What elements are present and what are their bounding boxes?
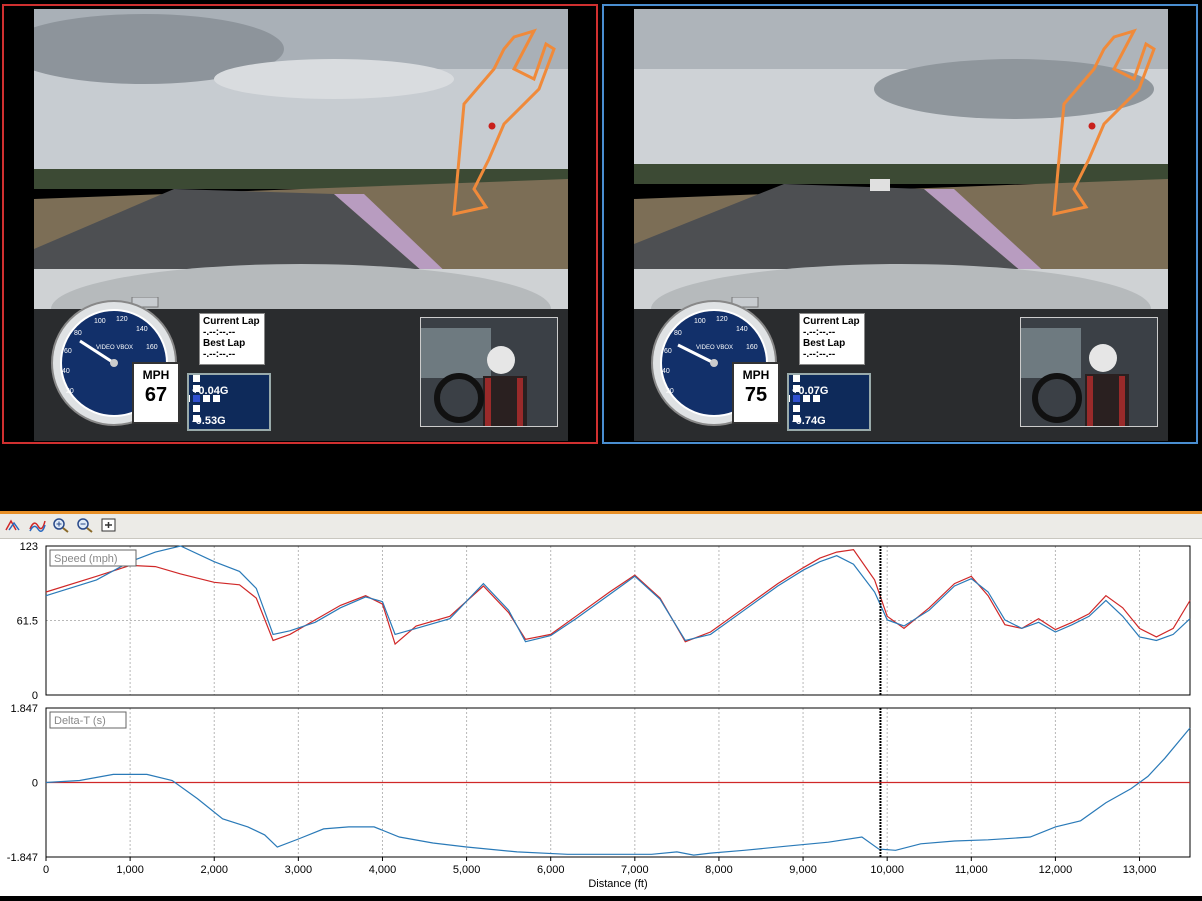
right-driver-camera: [1020, 317, 1158, 427]
right-gauge-tick-100: 100: [694, 318, 706, 325]
left-gauge-tick-20: 20: [66, 388, 74, 395]
fit-icon[interactable]: [100, 517, 118, 533]
plot-title: Speed (mph): [54, 553, 118, 565]
left-speed-gauge-panel: 20 40 60 80 100 120 140 160 VIDEO VBOX M…: [44, 297, 271, 431]
left-gauge-brand: VIDEO VBOX: [96, 345, 133, 351]
y-tick-label: 1.847: [10, 703, 38, 715]
x-tick-label: 6,000: [537, 864, 565, 876]
x-tick-label: 12,000: [1039, 864, 1073, 876]
right-video-frame[interactable]: 20 40 60 80 100 120 140 160 VIDEO VBOX M…: [634, 9, 1168, 441]
y-tick-label: -1.847: [7, 852, 38, 864]
left-gauge-tick-100: 100: [94, 318, 106, 325]
x-tick-label: 0: [43, 864, 49, 876]
x-axis-label: Distance (ft): [588, 878, 647, 890]
zoom-in-icon[interactable]: [52, 517, 70, 533]
right-gauge-tick-60: 60: [664, 348, 672, 355]
right-speed-gauge-panel: 20 40 60 80 100 120 140 160 VIDEO VBOX M…: [644, 297, 871, 431]
x-tick-label: 11,000: [955, 864, 988, 876]
left-gauge-tick-80: 80: [74, 330, 82, 337]
left-best-lap-value: -.--:--.--: [203, 349, 236, 360]
right-mph-box: MPH 75: [732, 362, 780, 424]
plot-title: Delta-T (s): [54, 715, 106, 727]
x-tick-label: 8,000: [705, 864, 733, 876]
left-video-frame[interactable]: 20 40 60 80 100 120 140 160 VIDEO VBOX M…: [34, 9, 568, 441]
x-tick-label: 5,000: [453, 864, 481, 876]
y-tick-label: 123: [20, 541, 38, 553]
x-tick-label: 13,000: [1123, 864, 1157, 876]
right-video-pane[interactable]: 20 40 60 80 100 120 140 160 VIDEO VBOX M…: [602, 4, 1198, 444]
graph-b-icon[interactable]: [28, 517, 46, 533]
right-g-force-box: +0.07G -0.74G: [787, 373, 871, 431]
right-current-lap-label: Current Lap: [803, 316, 860, 327]
right-gauge-tick-140: 140: [736, 326, 748, 333]
zoom-out-icon[interactable]: [76, 517, 94, 533]
left-current-lap-value: -.--:--.--: [203, 327, 236, 338]
graph-a-icon[interactable]: [4, 517, 22, 533]
x-tick-label: 9,000: [789, 864, 817, 876]
right-gauge-tick-40: 40: [662, 368, 670, 375]
x-tick-label: 1,000: [116, 864, 144, 876]
right-best-lap-value: -.--:--.--: [803, 349, 836, 360]
graph-canvas[interactable]: 12361.50Speed (mph)1.8470-1.847Delta-T (…: [0, 539, 1202, 896]
left-gauge-tick-120: 120: [116, 316, 128, 323]
left-lap-box: Current Lap -.--:--.-- Best Lap -.--:--.…: [199, 313, 265, 365]
left-video-pane[interactable]: 20 40 60 80 100 120 140 160 VIDEO VBOX M…: [2, 4, 598, 444]
left-g-force-box: +0.04G -0.53G: [187, 373, 271, 431]
x-tick-label: 7,000: [621, 864, 649, 876]
left-mph-label: MPH: [142, 368, 170, 382]
right-lap-box: Current Lap -.--:--.-- Best Lap -.--:--.…: [799, 313, 865, 365]
y-tick-label: 0: [32, 690, 38, 702]
x-tick-label: 10,000: [870, 864, 904, 876]
x-tick-label: 4,000: [369, 864, 397, 876]
right-current-lap-value: -.--:--.--: [803, 327, 836, 338]
right-gauge-brand: VIDEO VBOX: [696, 345, 733, 351]
graph-area[interactable]: 123 61.5 0 Speed (mph) 1.847 0 -1.847 Delta-T (…: [0, 539, 1202, 896]
y-tick-label: 61.5: [17, 616, 38, 628]
right-gauge-tick-120: 120: [716, 316, 728, 323]
left-best-lap-label: Best Lap: [203, 338, 246, 349]
left-gauge-tick-160: 160: [146, 344, 158, 351]
right-mph-label: MPH: [742, 368, 770, 382]
left-current-lap-label: Current Lap: [203, 316, 260, 327]
series-line-1: [45, 727, 1191, 856]
left-g-grid: [189, 375, 220, 422]
right-speed-value: 75: [744, 384, 768, 406]
left-gauge-tick-60: 60: [64, 348, 72, 355]
left-gauge-tick-40: 40: [62, 368, 70, 375]
x-tick-label: 2,000: [200, 864, 228, 876]
x-tick-label: 3,000: [285, 864, 313, 876]
series-line-1: [45, 545, 1191, 643]
graph-toolbar: [0, 514, 1202, 539]
right-g-grid: [789, 375, 820, 422]
right-best-lap-label: Best Lap: [803, 338, 846, 349]
left-gauge-tick-140: 140: [136, 326, 148, 333]
left-mph-box: MPH 67: [132, 362, 180, 424]
right-gauge-tick-160: 160: [746, 344, 758, 351]
right-gauge-tick-20: 20: [666, 388, 674, 395]
right-gauge-tick-80: 80: [674, 330, 682, 337]
series-line-0: [45, 548, 1191, 646]
left-speed-value: 67: [144, 384, 168, 406]
y-tick-label: 0: [32, 778, 38, 790]
left-driver-camera: [420, 317, 558, 427]
